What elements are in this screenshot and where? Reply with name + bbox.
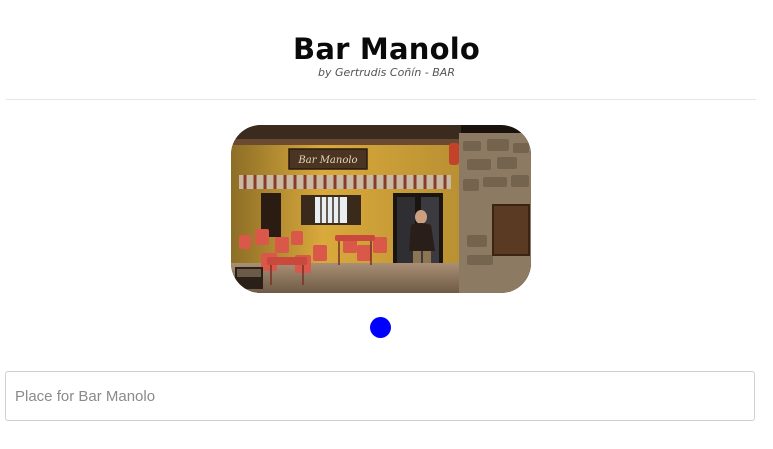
- header-divider: [6, 99, 756, 100]
- page: Bar Manolo by Gertrudis Coñín - BAR Bar …: [0, 0, 773, 449]
- page-title: Bar Manolo: [293, 32, 480, 66]
- bar-storefront-photo: Bar Manolo: [231, 125, 531, 293]
- bar-sign-text: Bar Manolo: [297, 155, 357, 166]
- page-subtitle: by Gertrudis Coñín - BAR: [318, 66, 455, 79]
- header: Bar Manolo by Gertrudis Coñín - BAR: [0, 30, 773, 80]
- place-input[interactable]: [5, 371, 755, 421]
- carousel-dot-active[interactable]: [370, 317, 391, 338]
- bar-photo: Bar Manolo: [231, 125, 531, 293]
